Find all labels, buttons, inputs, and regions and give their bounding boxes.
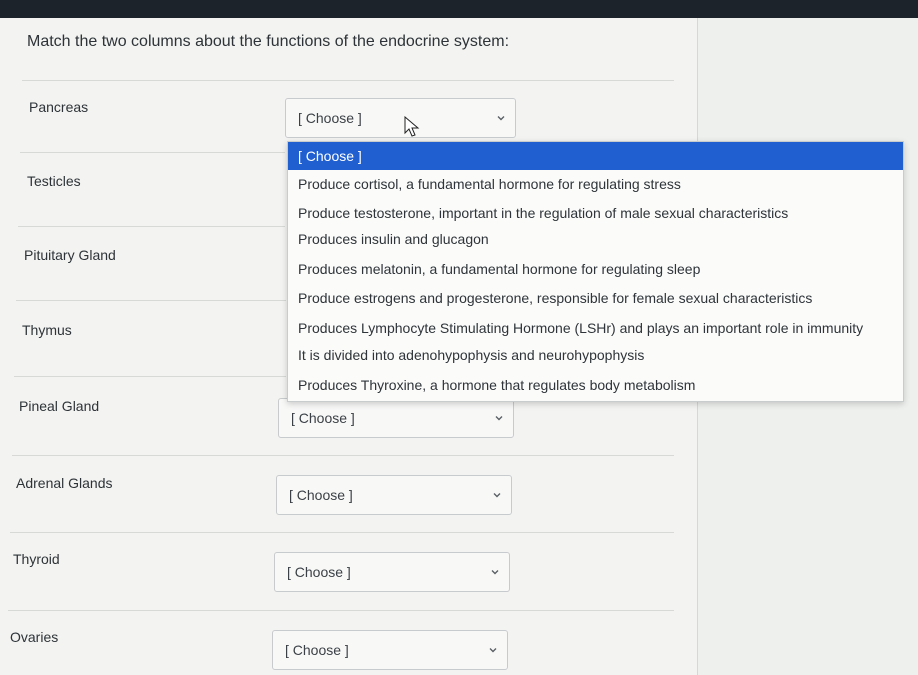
dropdown-option-thyroxine[interactable]: Produces Thyroxine, a hormone that regul… — [288, 371, 903, 399]
row-divider — [12, 455, 674, 456]
row-label-pineal-gland: Pineal Gland — [19, 398, 100, 414]
row-label-thyroid: Thyroid — [13, 551, 60, 567]
dropdown-option-estrogens[interactable]: Produce estrogens and progesterone, resp… — [288, 284, 903, 312]
dropdown-option-testosterone[interactable]: Produce testosterone, important in the r… — [288, 199, 903, 227]
row-label-pituitary-gland: Pituitary Gland — [24, 247, 116, 263]
select-value: [ Choose ] — [287, 564, 351, 580]
row-label-testicles: Testicles — [27, 173, 81, 189]
dropdown-option-lymphocyte[interactable]: Produces Lymphocyte Stimulating Hormone … — [288, 314, 903, 342]
select-value: [ Choose ] — [285, 642, 349, 658]
chevron-down-icon — [491, 570, 499, 575]
row-divider — [14, 376, 286, 377]
row-divider — [18, 226, 285, 227]
select-pineal-gland[interactable]: [ Choose ] — [278, 398, 514, 438]
dropdown-options-list: [ Choose ] Produce cortisol, a fundament… — [287, 141, 904, 402]
select-adrenal-glands[interactable]: [ Choose ] — [276, 475, 512, 515]
select-ovaries[interactable]: [ Choose ] — [272, 630, 508, 670]
row-label-thymus: Thymus — [22, 322, 72, 338]
select-pancreas[interactable]: [ Choose ] — [285, 98, 516, 138]
top-bar — [0, 0, 918, 18]
dropdown-option-cortisol[interactable]: Produce cortisol, a fundamental hormone … — [288, 170, 903, 198]
dropdown-option-insulin[interactable]: Produces insulin and glucagon — [288, 225, 903, 253]
dropdown-option-melatonin[interactable]: Produces melatonin, a fundamental hormon… — [288, 255, 903, 283]
row-divider — [8, 610, 674, 611]
chevron-down-icon — [493, 493, 501, 498]
mouse-pointer-icon — [404, 116, 420, 137]
row-divider — [16, 300, 286, 301]
row-label-adrenal-glands: Adrenal Glands — [16, 475, 113, 491]
select-value: [ Choose ] — [291, 410, 355, 426]
select-value: [ Choose ] — [298, 110, 362, 126]
question-divider — [22, 80, 674, 81]
chevron-down-icon — [495, 416, 503, 421]
select-thyroid[interactable]: [ Choose ] — [274, 552, 510, 592]
row-divider — [20, 152, 285, 153]
row-label-ovaries: Ovaries — [10, 629, 59, 645]
chevron-down-icon — [497, 116, 505, 121]
question-text: Match the two columns about the function… — [27, 33, 510, 50]
dropdown-option-choose[interactable]: [ Choose ] — [288, 142, 903, 170]
row-label-pancreas: Pancreas — [29, 99, 89, 115]
dropdown-option-adenohypophysis[interactable]: It is divided into adenohypophysis and n… — [288, 341, 903, 369]
chevron-down-icon — [489, 648, 497, 653]
select-value: [ Choose ] — [289, 487, 353, 503]
row-divider — [10, 532, 674, 533]
